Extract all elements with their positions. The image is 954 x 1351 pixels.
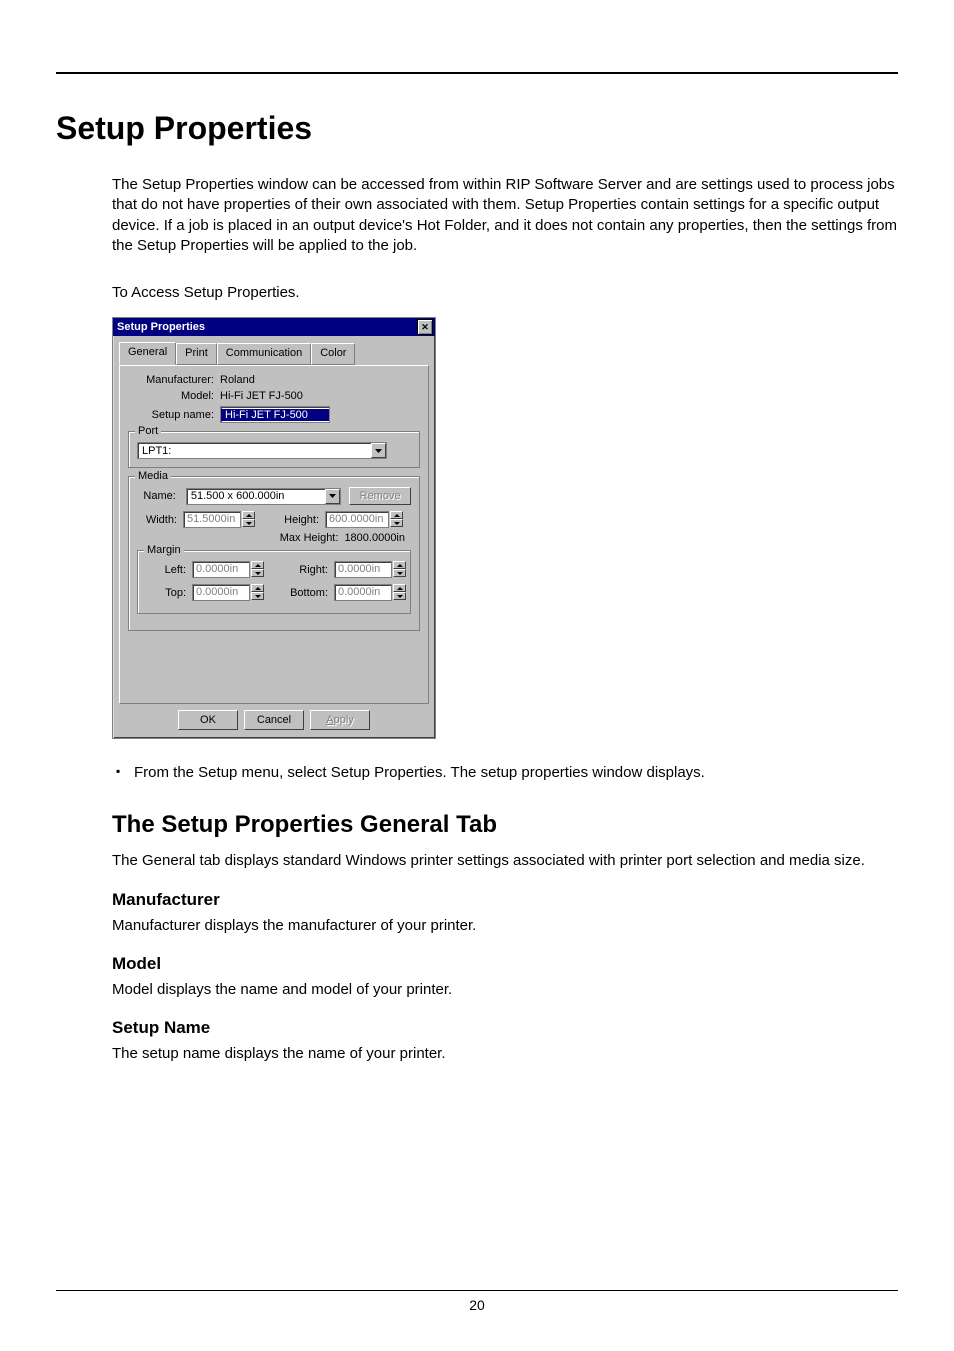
spin-down-icon[interactable] (390, 519, 403, 527)
port-select[interactable]: LPT1: (137, 442, 387, 459)
tab-print[interactable]: Print (176, 343, 217, 365)
manufacturer-label: Manufacturer: (128, 374, 220, 386)
right-stepper[interactable]: 0.0000in (334, 561, 406, 578)
h3-setup-name: Setup Name (112, 1018, 898, 1038)
spin-up-icon[interactable] (251, 584, 264, 592)
top-value: 0.0000in (192, 584, 250, 601)
tab-panel-general: Manufacturer: Roland Model: Hi-Fi JET FJ… (119, 365, 429, 704)
max-height-label: Max Height: (280, 532, 345, 544)
media-legend: Media (135, 470, 171, 482)
right-value: 0.0000in (334, 561, 392, 578)
media-name-label: Name: (137, 490, 182, 502)
spin-down-icon[interactable] (251, 569, 264, 577)
port-value: LPT1: (138, 445, 371, 457)
left-label: Left: (146, 564, 192, 576)
setup-name-input[interactable]: Hi-Fi JET FJ-500 (220, 406, 330, 423)
top-stepper[interactable]: 0.0000in (192, 584, 264, 601)
height-stepper[interactable]: 600.0000in (325, 511, 403, 528)
cancel-button[interactable]: Cancel (244, 710, 304, 730)
h3-model: Model (112, 954, 898, 974)
top-label: Top: (146, 587, 192, 599)
model-value: Hi-Fi JET FJ-500 (220, 390, 303, 402)
setup-properties-dialog: Setup Properties ✕ General Print Communi… (112, 317, 436, 739)
media-name-value: 51.500 x 600.000in (187, 490, 325, 502)
close-icon[interactable]: ✕ (417, 319, 433, 335)
dialog-buttons: OK Cancel Apply (119, 704, 429, 732)
h2-general-tab: The Setup Properties General Tab (112, 811, 898, 839)
bottom-value: 0.0000in (334, 584, 392, 601)
media-group: Media Name: 51.500 x 600.000in Remove (128, 476, 420, 631)
page-title: Setup Properties (56, 110, 898, 147)
spin-up-icon[interactable] (393, 584, 406, 592)
remove-button[interactable]: Remove (349, 487, 411, 505)
spin-down-icon[interactable] (242, 519, 255, 527)
margin-group: Margin Left: 0.0000in (137, 550, 411, 614)
spin-up-icon[interactable] (251, 561, 264, 569)
port-legend: Port (135, 425, 161, 437)
page-number: 20 (469, 1297, 485, 1313)
model-body: Model displays the name and model of you… (112, 980, 898, 1000)
width-value: 51.5000in (183, 511, 241, 528)
tab-communication[interactable]: Communication (217, 343, 311, 365)
bullet-access: From the Setup menu, select Setup Proper… (112, 763, 898, 783)
ok-button[interactable]: OK (178, 710, 238, 730)
width-label: Width: (137, 514, 183, 526)
spin-up-icon[interactable] (390, 511, 403, 519)
setup-name-label: Setup name: (128, 409, 220, 421)
spin-down-icon[interactable] (393, 592, 406, 600)
margin-legend: Margin (144, 544, 184, 556)
right-label: Right: (280, 564, 334, 576)
manufacturer-body: Manufacturer displays the manufacturer o… (112, 916, 898, 936)
bottom-label: Bottom: (280, 587, 334, 599)
model-label: Model: (128, 390, 220, 402)
spin-up-icon[interactable] (242, 511, 255, 519)
dialog-titlebar: Setup Properties ✕ (113, 318, 435, 336)
access-label: To Access Setup Properties. (112, 284, 898, 301)
height-label: Height: (271, 514, 325, 526)
dialog-tabs: General Print Communication Color (119, 342, 429, 366)
tab-color[interactable]: Color (311, 343, 355, 365)
width-stepper[interactable]: 51.5000in (183, 511, 255, 528)
page-footer: 20 (56, 1290, 898, 1313)
spin-down-icon[interactable] (251, 592, 264, 600)
intro-paragraph: The Setup Properties window can be acces… (112, 175, 898, 256)
bottom-stepper[interactable]: 0.0000in (334, 584, 406, 601)
h2-body: The General tab displays standard Window… (112, 851, 898, 871)
port-group: Port LPT1: (128, 431, 420, 468)
max-height-value: 1800.0000in (344, 532, 405, 544)
chevron-down-icon[interactable] (325, 489, 340, 504)
chevron-down-icon[interactable] (371, 443, 386, 458)
h3-manufacturer: Manufacturer (112, 890, 898, 910)
spin-down-icon[interactable] (393, 569, 406, 577)
setup-name-body: The setup name displays the name of your… (112, 1044, 898, 1064)
spin-up-icon[interactable] (393, 561, 406, 569)
tab-general[interactable]: General (119, 342, 176, 365)
apply-button[interactable]: Apply (310, 710, 370, 730)
media-name-select[interactable]: 51.500 x 600.000in (186, 488, 341, 505)
left-stepper[interactable]: 0.0000in (192, 561, 264, 578)
left-value: 0.0000in (192, 561, 250, 578)
setup-name-value: Hi-Fi JET FJ-500 (221, 409, 329, 421)
height-value: 600.0000in (325, 511, 389, 528)
dialog-title: Setup Properties (117, 321, 417, 333)
manufacturer-value: Roland (220, 374, 255, 386)
